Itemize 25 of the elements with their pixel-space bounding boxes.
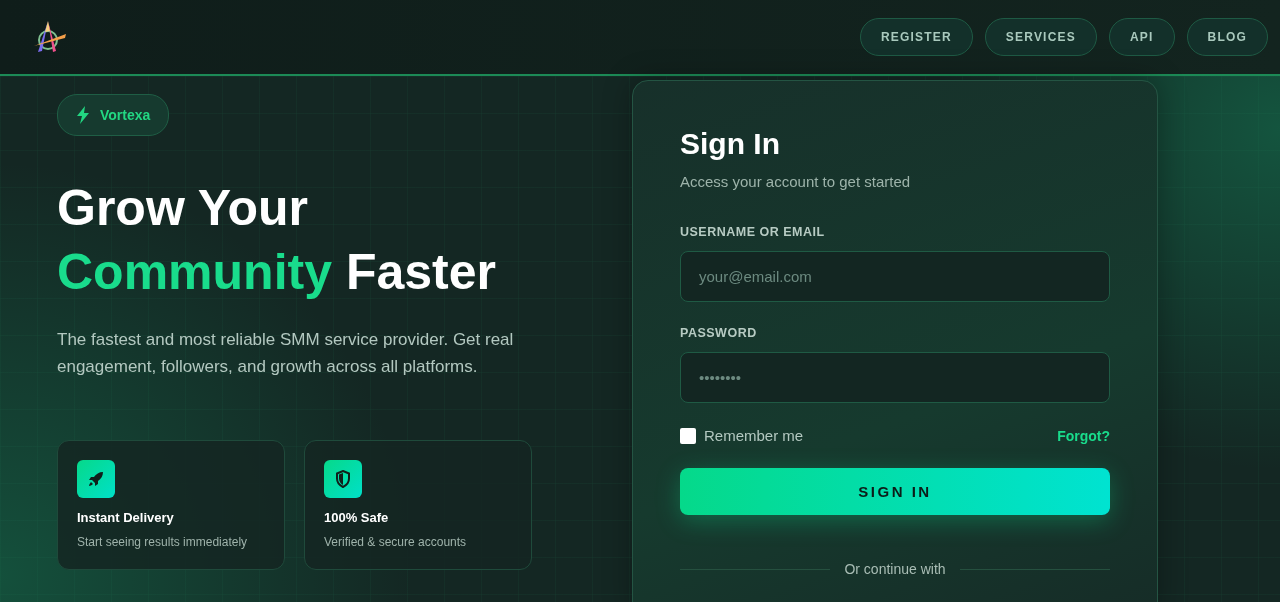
feature-title: 100% Safe [324, 510, 390, 525]
field-label: PASSWORD [680, 326, 758, 340]
remember-label: Remember me [704, 427, 804, 444]
sign-in-button[interactable]: SIGN IN [680, 468, 1110, 515]
password-field[interactable]: •••••••• [680, 352, 1110, 403]
nav-button[interactable]: BLOG [1186, 18, 1268, 56]
sign-in-title: Sign In [680, 127, 781, 161]
nav-button[interactable]: API [1108, 18, 1175, 56]
brand-name: Vortexa [100, 107, 151, 123]
forgot-link[interactable]: Forgot? [1057, 427, 1110, 444]
nav-button[interactable]: REGISTER [859, 18, 973, 56]
rocket-icon [88, 471, 104, 487]
sign-in-subtitle: Access your account to get started [680, 173, 912, 190]
lightning-icon [76, 106, 90, 124]
username-field[interactable]: your@email.com [680, 251, 1110, 302]
subtitle: The fastest and most reliable SMM service provider. Get real engagement, followers, and growth across all platforms. [57, 329, 515, 378]
remember-checkbox[interactable] [680, 427, 696, 444]
headline: Grow Your Community Faster [57, 179, 497, 302]
feature-text: Verified & secure accounts [324, 535, 468, 549]
feature-title: Instant Delivery [77, 510, 175, 525]
nav-button[interactable]: SERVICES [984, 18, 1097, 56]
shield-icon [335, 470, 351, 488]
divider-text: Or continue with [844, 561, 946, 577]
field-label: USERNAME OR EMAIL [680, 225, 826, 239]
feature-text: Start seeing results immediately [77, 535, 249, 549]
